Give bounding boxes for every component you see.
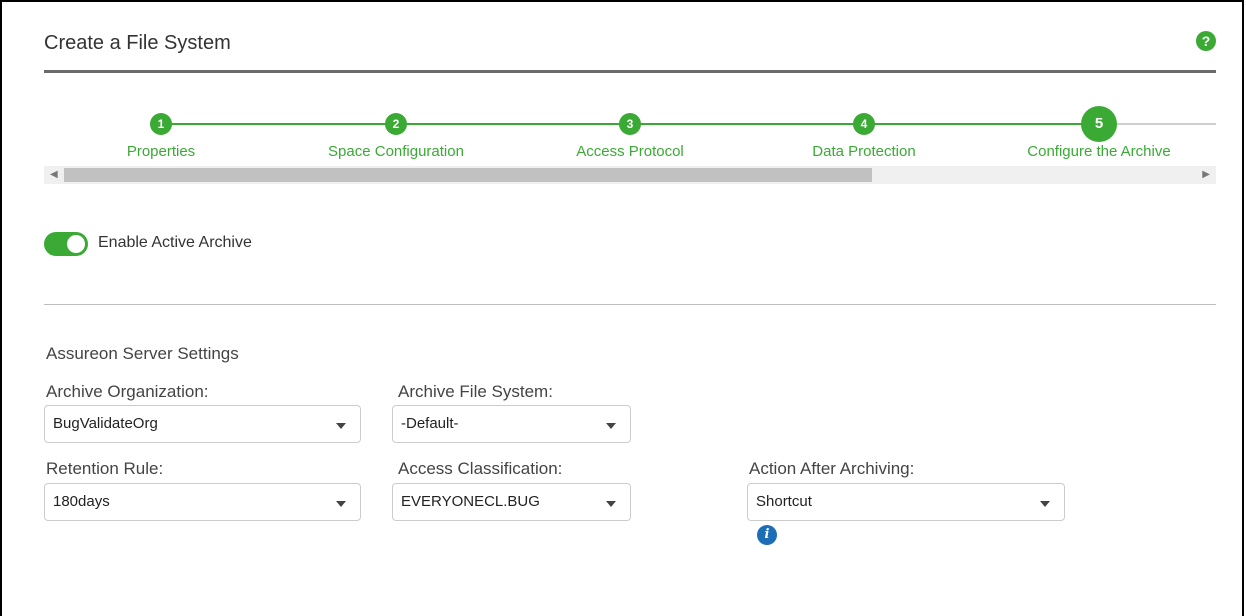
enable-active-archive-label: Enable Active Archive — [98, 234, 252, 251]
dialog-header: Create a File System ? — [44, 22, 1216, 73]
wizard-steps: 1 Properties 2 Space Configuration 3 Acc… — [44, 106, 1216, 166]
chevron-down-icon — [336, 423, 346, 429]
page-title: Create a File System — [44, 32, 231, 54]
chevron-down-icon — [606, 501, 616, 507]
step-label: Space Configuration — [328, 143, 464, 160]
section-divider — [44, 304, 1216, 305]
chevron-down-icon — [606, 423, 616, 429]
step-number-badge: 4 — [853, 113, 875, 135]
access-classification-label: Access Classification: — [398, 459, 563, 478]
step-label: Data Protection — [812, 143, 916, 160]
chevron-down-icon — [1040, 501, 1050, 507]
action-after-archiving-label: Action After Archiving: — [749, 459, 915, 478]
wizard-step-properties[interactable]: 1 Properties — [61, 106, 261, 160]
step-number-badge: 3 — [619, 113, 641, 135]
help-icon[interactable]: ? — [1196, 31, 1216, 51]
chevron-down-icon — [336, 501, 346, 507]
enable-active-archive-toggle[interactable] — [44, 232, 88, 256]
wizard-horizontal-scrollbar[interactable]: ◀ ▶ — [44, 166, 1216, 184]
scroll-right-icon[interactable]: ▶ — [1202, 169, 1210, 180]
step-label: Configure the Archive — [1027, 143, 1171, 160]
scrollbar-thumb[interactable] — [64, 168, 872, 182]
access-classification-select[interactable]: EVERYONECL.BUG — [392, 483, 631, 521]
archive-file-system-select[interactable]: -Default- — [392, 405, 631, 443]
step-number-badge: 1 — [150, 113, 172, 135]
dialog-frame: Create a File System ? 1 Properties 2 Sp… — [0, 0, 1244, 616]
wizard-step-access-protocol[interactable]: 3 Access Protocol — [530, 106, 730, 160]
scroll-left-icon[interactable]: ◀ — [50, 169, 58, 180]
action-after-archiving-value: Shortcut — [756, 493, 812, 510]
wizard-step-configure-archive[interactable]: 5 Configure the Archive — [999, 106, 1199, 160]
archive-file-system-label: Archive File System: — [398, 382, 553, 401]
archive-organization-select[interactable]: BugValidateOrg — [44, 405, 361, 443]
wizard-step-data-protection[interactable]: 4 Data Protection — [764, 106, 964, 160]
step-number-badge: 5 — [1081, 106, 1117, 142]
action-after-archiving-select[interactable]: Shortcut — [747, 483, 1065, 521]
retention-rule-value: 180days — [53, 493, 110, 510]
retention-rule-select[interactable]: 180days — [44, 483, 361, 521]
toggle-knob — [67, 235, 85, 253]
archive-organization-label: Archive Organization: — [46, 382, 209, 401]
archive-organization-value: BugValidateOrg — [53, 415, 158, 432]
assureon-server-settings-title: Assureon Server Settings — [46, 344, 239, 363]
step-label: Access Protocol — [576, 143, 684, 160]
archive-file-system-value: -Default- — [401, 415, 459, 432]
retention-rule-label: Retention Rule: — [46, 459, 164, 478]
access-classification-value: EVERYONECL.BUG — [401, 493, 540, 510]
step-number-badge: 2 — [385, 113, 407, 135]
wizard-step-space-configuration[interactable]: 2 Space Configuration — [296, 106, 496, 160]
info-icon[interactable]: i — [757, 525, 777, 545]
step-label: Properties — [126, 143, 196, 160]
